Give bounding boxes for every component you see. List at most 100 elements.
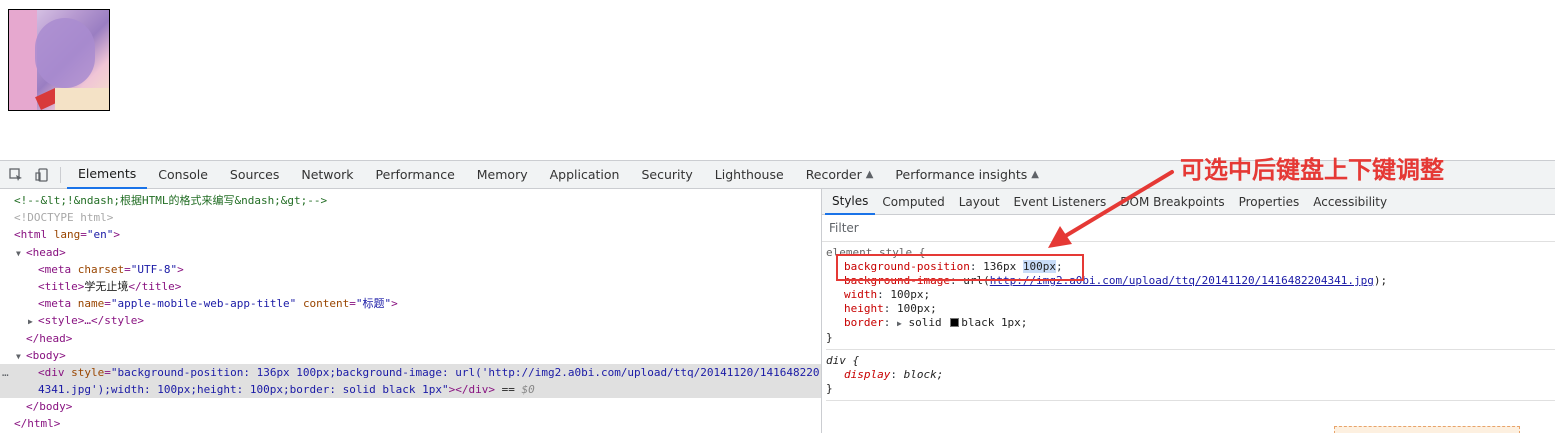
tab-accessibility[interactable]: Accessibility: [1306, 189, 1394, 215]
tab-elements[interactable]: Elements: [67, 161, 148, 189]
tab-recorder[interactable]: Recorder ▲: [795, 161, 885, 189]
decl-width[interactable]: width: 100px;: [826, 288, 1555, 302]
tab-network[interactable]: Network: [290, 161, 364, 189]
dom-node-meta-charset[interactable]: <meta charset="UTF-8">: [0, 261, 821, 278]
equals-sign: =: [124, 262, 131, 276]
meta-tag: <meta: [38, 262, 72, 276]
tab-sources[interactable]: Sources: [219, 161, 290, 189]
dom-node-html-close[interactable]: </html>: [0, 415, 821, 432]
head-close-tag: </head>: [26, 331, 73, 345]
div-close-tag: ></div>: [448, 383, 495, 397]
decl-border[interactable]: border: ▶ solid black 1px;: [826, 316, 1555, 331]
background-image-preview: [8, 9, 110, 111]
decl-height[interactable]: height: 100px;: [826, 302, 1555, 316]
tab-properties[interactable]: Properties: [1232, 189, 1307, 215]
annotation-text: 可选中后键盘上下键调整: [1180, 156, 1444, 184]
html-close-tag: </html>: [14, 417, 61, 431]
dom-node-title[interactable]: <title>学无止境</title>: [0, 278, 821, 295]
tab-security[interactable]: Security: [630, 161, 703, 189]
head-tag: <head>: [26, 245, 66, 259]
lang-value: "en": [86, 228, 114, 242]
lang-attr: lang: [53, 228, 81, 242]
device-toolbar-icon[interactable]: [34, 167, 50, 183]
title-open-tag: <title>: [38, 279, 85, 293]
tab-memory[interactable]: Memory: [466, 161, 539, 189]
expand-triangle-icon[interactable]: ▼: [16, 348, 26, 365]
dom-node-html[interactable]: <html lang="en">: [0, 226, 821, 243]
tab-performance-insights[interactable]: Performance insights ▲: [884, 161, 1050, 189]
tab-recorder-label: Recorder: [805, 167, 862, 182]
dom-node-style[interactable]: ▶ <style>…</style>: [0, 312, 821, 329]
charset-value: "UTF-8": [130, 262, 178, 276]
url-function-end: );: [1373, 274, 1388, 287]
collapse-triangle-icon[interactable]: ▶: [28, 313, 38, 330]
border-style-value[interactable]: solid: [908, 316, 941, 329]
dom-node-head-close[interactable]: </head>: [0, 330, 821, 347]
close-brace: }: [826, 382, 833, 395]
expand-triangle-icon[interactable]: ▼: [16, 245, 26, 262]
tab-performance[interactable]: Performance: [365, 161, 466, 189]
box-model-preview: [1334, 426, 1520, 433]
style-collapsed-tag: <style>…</style>: [38, 314, 144, 328]
flask-icon: ▲: [1031, 169, 1039, 180]
tab-application[interactable]: Application: [539, 161, 631, 189]
prop-name[interactable]: border: [844, 316, 884, 329]
tab-computed[interactable]: Computed: [875, 189, 951, 215]
tab-event-listeners[interactable]: Event Listeners: [1007, 189, 1114, 215]
tab-console[interactable]: Console: [147, 161, 219, 189]
dom-tree: <!--&lt;!&ndash;根据HTML的格式来编写&ndash;&gt;-…: [0, 189, 822, 433]
devtools-panel: Elements Console Sources Network Perform…: [0, 160, 1555, 433]
name-value: "apple-mobile-web-app-title": [110, 297, 297, 311]
decl-display: display: block;: [844, 368, 944, 381]
doctype-text: <!DOCTYPE html>: [14, 211, 114, 225]
highlight-box: [836, 254, 1084, 281]
character-arm: [35, 18, 95, 88]
tag-end: >: [177, 262, 184, 276]
equals-sign: =: [104, 365, 111, 379]
style-value-line1: "background-position: 136px 100px;backgr…: [110, 365, 820, 379]
div-user-agent-rule: div { display: block; }: [826, 354, 1555, 401]
prop-name[interactable]: width: [844, 288, 877, 301]
color-swatch-icon[interactable]: [950, 318, 960, 327]
meta-tag: <meta: [38, 297, 72, 311]
tab-layout[interactable]: Layout: [952, 189, 1007, 215]
more-options-icon[interactable]: …: [2, 364, 9, 381]
tab-performance-insights-label: Performance insights: [895, 167, 1028, 182]
character-hair: [9, 10, 37, 110]
tab-lighthouse[interactable]: Lighthouse: [704, 161, 795, 189]
dom-node-body-close[interactable]: </body>: [0, 398, 821, 415]
dom-node-meta-app-title[interactable]: <meta name="apple-mobile-web-app-title" …: [0, 295, 821, 312]
dom-node-body[interactable]: ▼ <body>: [0, 347, 821, 364]
tab-styles[interactable]: Styles: [825, 189, 876, 215]
equals-sign: =: [349, 297, 356, 311]
style-attr: style: [71, 365, 105, 379]
title-close-tag: </title>: [128, 279, 182, 293]
display-value: block;: [903, 368, 944, 381]
content-value: "标题": [355, 297, 392, 311]
dom-node-head[interactable]: ▼ <head>: [0, 244, 821, 261]
height-value[interactable]: 100px;: [897, 302, 937, 315]
dom-node-div-selected[interactable]: … <div style="background-position: 136px …: [0, 363, 821, 399]
styles-sidebar: Styles Computed Layout Event Listeners D…: [822, 189, 1555, 433]
expand-shorthand-icon[interactable]: ▶: [897, 319, 902, 328]
inspect-element-icon[interactable]: [8, 167, 24, 183]
styles-filter-input[interactable]: Filter: [822, 215, 1555, 242]
name-attr: name: [77, 297, 105, 311]
flask-icon: ▲: [865, 169, 874, 180]
tag-end: >: [113, 228, 120, 242]
prop-name[interactable]: height: [844, 302, 884, 315]
dom-node-comment[interactable]: <!--&lt;!&ndash;根据HTML的格式来编写&ndash;&gt;-…: [0, 192, 821, 209]
div-selector: div {: [826, 354, 860, 367]
style-value-line2: 4341.jpg');width: 100px;height: 100px;bo…: [38, 383, 449, 397]
title-text: 学无止境: [84, 279, 129, 293]
div-tag: <div: [38, 365, 65, 379]
close-brace: }: [826, 331, 833, 344]
border-color-width-value[interactable]: black 1px;: [961, 316, 1027, 329]
tab-dom-breakpoints[interactable]: DOM Breakpoints: [1113, 189, 1231, 215]
dom-node-doctype[interactable]: <!DOCTYPE html>: [0, 209, 821, 226]
html-tag: <html: [14, 228, 48, 242]
toolbar-divider: [60, 166, 61, 183]
charset-attr: charset: [77, 262, 125, 276]
width-value[interactable]: 100px;: [890, 288, 930, 301]
equals-marker: ==: [494, 383, 522, 397]
